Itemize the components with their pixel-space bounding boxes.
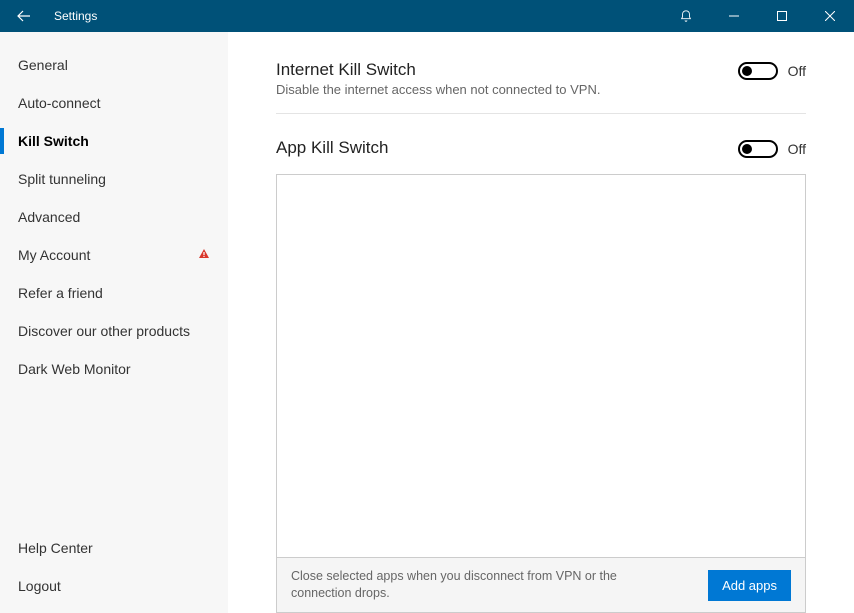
sidebar-item-advanced[interactable]: Advanced xyxy=(0,198,228,236)
sidebar-item-discover-products[interactable]: Discover our other products xyxy=(0,312,228,350)
sidebar-item-auto-connect[interactable]: Auto-connect xyxy=(0,84,228,122)
sidebar-item-kill-switch[interactable]: Kill Switch xyxy=(0,122,228,160)
add-apps-button[interactable]: Add apps xyxy=(708,570,791,601)
sidebar-item-label: Discover our other products xyxy=(18,323,190,339)
sidebar-item-label: Refer a friend xyxy=(18,285,103,301)
sidebar-item-general[interactable]: General xyxy=(0,46,228,84)
sidebar-item-refer-friend[interactable]: Refer a friend xyxy=(0,274,228,312)
app-kill-switch-row: App Kill Switch Off xyxy=(276,132,806,174)
sidebar-item-label: Help Center xyxy=(18,540,93,556)
internet-kill-switch-state: Off xyxy=(788,63,806,79)
sidebar-item-label: Split tunneling xyxy=(18,171,106,187)
sidebar-item-label: Dark Web Monitor xyxy=(18,361,131,377)
app-kill-switch-toggle[interactable] xyxy=(738,140,778,158)
sidebar-item-help-center[interactable]: Help Center xyxy=(0,529,228,567)
titlebar: Settings xyxy=(0,0,854,32)
internet-kill-switch-toggle[interactable] xyxy=(738,62,778,80)
internet-kill-switch-title: Internet Kill Switch xyxy=(276,60,600,80)
sidebar-item-label: Kill Switch xyxy=(18,133,89,149)
bell-icon xyxy=(679,9,693,23)
sidebar-item-dark-web-monitor[interactable]: Dark Web Monitor xyxy=(0,350,228,388)
sidebar-item-my-account[interactable]: My Account xyxy=(0,236,228,274)
sidebar-item-split-tunneling[interactable]: Split tunneling xyxy=(0,160,228,198)
close-icon xyxy=(825,11,835,21)
minimize-icon xyxy=(729,11,739,21)
app-kill-switch-footer-text: Close selected apps when you disconnect … xyxy=(291,568,621,602)
sidebar-item-label: General xyxy=(18,57,68,73)
app-kill-switch-state: Off xyxy=(788,141,806,157)
sidebar-item-label: Advanced xyxy=(18,209,80,225)
close-button[interactable] xyxy=(806,0,854,32)
app-kill-switch-list[interactable] xyxy=(276,174,806,558)
main-panel: Internet Kill Switch Disable the interne… xyxy=(228,32,854,613)
maximize-icon xyxy=(777,11,787,21)
sidebar-item-label: Auto-connect xyxy=(18,95,101,111)
sidebar-item-label: Logout xyxy=(18,578,61,594)
sidebar-item-label: My Account xyxy=(18,247,90,263)
divider xyxy=(276,113,806,114)
sidebar: General Auto-connect Kill Switch Split t… xyxy=(0,32,228,613)
sidebar-item-logout[interactable]: Logout xyxy=(0,567,228,605)
minimize-button[interactable] xyxy=(710,0,758,32)
internet-kill-switch-desc: Disable the internet access when not con… xyxy=(276,82,600,97)
alert-icon xyxy=(198,247,210,263)
window-title: Settings xyxy=(48,9,97,23)
back-arrow-icon xyxy=(16,8,32,24)
back-button[interactable] xyxy=(0,0,48,32)
internet-kill-switch-row: Internet Kill Switch Disable the interne… xyxy=(276,54,806,113)
notification-button[interactable] xyxy=(662,0,710,32)
maximize-button[interactable] xyxy=(758,0,806,32)
app-kill-switch-footer: Close selected apps when you disconnect … xyxy=(276,558,806,613)
app-kill-switch-title: App Kill Switch xyxy=(276,138,388,158)
